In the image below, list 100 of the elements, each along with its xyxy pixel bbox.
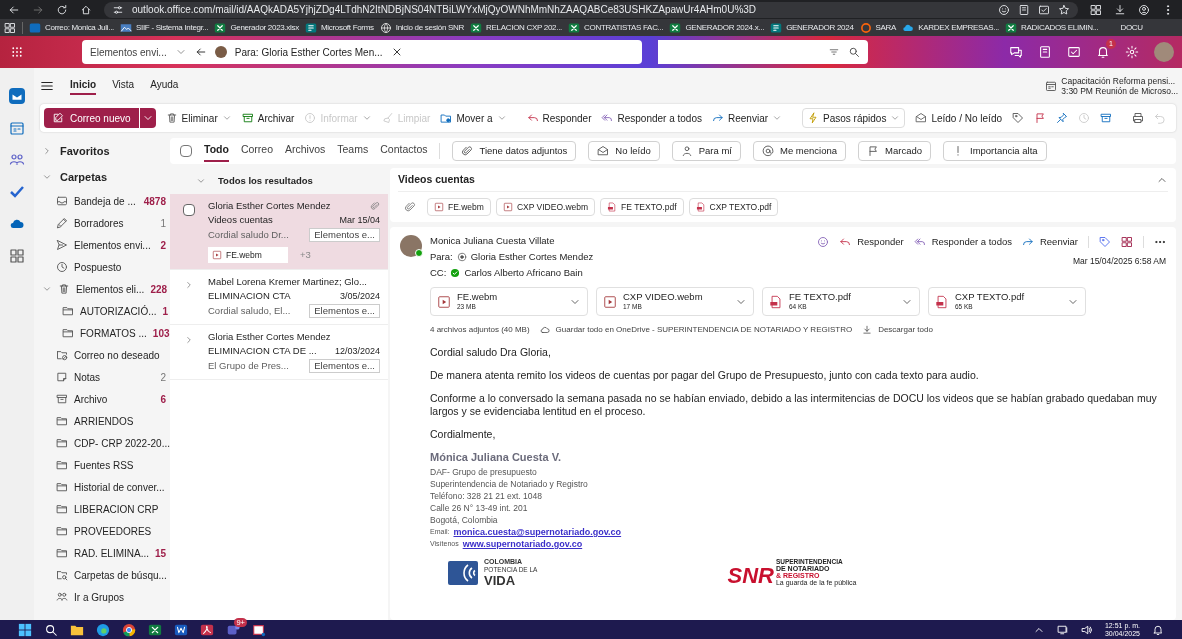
search-icon[interactable] [44, 622, 58, 637]
section-header[interactable]: Favoritos [42, 138, 170, 164]
emoji-icon[interactable] [817, 236, 830, 249]
snipping-app-icon[interactable] [252, 622, 266, 637]
message-item[interactable]: Gloria Esther Cortes Mendez Videos cuentas Mar 15/04 Cordial saludo Dr... Elementos e... FE.webm +3 [170, 194, 388, 270]
filter-chip[interactable]: Importancia alta [943, 141, 1047, 161]
bookmark-link[interactable]: DOCU [1104, 21, 1143, 34]
filter-tab[interactable]: Teams [337, 140, 369, 162]
volume-icon[interactable] [1080, 623, 1093, 636]
profile-icon[interactable] [1138, 3, 1150, 16]
filter-chip[interactable]: Marcado [858, 141, 931, 161]
folder-item[interactable]: Ir a Grupos [42, 586, 170, 608]
bookmark-link[interactable]: KARDEX EMPRESAS... [902, 21, 999, 34]
results-header[interactable]: Todos los resultados [170, 168, 388, 194]
bookmark-link[interactable]: Inicio de sesión SNR [379, 21, 465, 34]
folder-item[interactable]: Carpetas de búsqu... [42, 564, 170, 586]
filter-icon[interactable] [828, 46, 840, 58]
ribbon-tab[interactable]: Inicio [70, 77, 97, 95]
task-icon[interactable] [1067, 45, 1081, 59]
home-icon[interactable] [80, 3, 92, 16]
bookmark-link[interactable]: CONTRATISTAS FAC... [568, 21, 664, 34]
compose-tab[interactable]: Para: Gloria Esther Cortes Men... [234, 44, 383, 60]
back-arrow-icon[interactable] [194, 46, 207, 58]
signature-link[interactable]: www.supernotariado.gov.co [462, 538, 583, 550]
pdf-app-icon[interactable] [200, 622, 214, 637]
attachment-chip[interactable]: CXP VIDEO.webm [495, 198, 596, 216]
folder-item[interactable]: Archivo 6 [42, 388, 170, 410]
toolbar-button[interactable]: Pasos rápidos [802, 108, 906, 128]
download-all-link[interactable]: Descargar todo [878, 324, 933, 336]
address-bar[interactable]: outlook.office.com/mail/id/AAQkADA5YjhjZDg4LTdhN2ItNDBjNS04NTBiLWYxMjQyOWNhMmNhZAAQABCe83USHKZApawUr4AHm0U%3D [104, 1, 1078, 18]
filter-chip[interactable]: Tiene datos adjuntos [452, 141, 577, 161]
toolbar-button[interactable]: Mover a [440, 110, 507, 126]
folder-item[interactable]: Elementos envi... 2 [42, 234, 170, 256]
search-icon[interactable] [848, 46, 860, 58]
bookmark-link[interactable]: SIIF - Sistema Integr... [120, 21, 209, 34]
folder-item[interactable]: Historial de conver... [42, 476, 170, 498]
ribbon-tab[interactable]: Ayuda [150, 77, 179, 95]
site-info-icon[interactable] [112, 3, 124, 16]
notifications-icon[interactable] [1152, 623, 1164, 636]
toolbar-button[interactable]: Archivar [241, 110, 295, 126]
attachment-preview[interactable]: FE.webm [208, 247, 288, 263]
checkmark-app-icon[interactable] [9, 184, 25, 200]
new-mail-button[interactable]: Correo nuevo [44, 108, 139, 128]
extensions-icon[interactable] [1090, 3, 1102, 16]
filter-chip[interactable]: Me menciona [753, 141, 847, 161]
folder-item[interactable]: Pospuesto [42, 256, 170, 278]
notifications-icon[interactable] [1096, 45, 1110, 59]
network-icon[interactable] [1056, 623, 1069, 636]
apps-icon[interactable] [9, 248, 25, 264]
bookmark-link[interactable]: GENERADOR 2024.x... [669, 21, 765, 34]
folder-item[interactable]: Correo no deseado [42, 344, 170, 366]
message-action[interactable]: Reenviar [1021, 235, 1078, 250]
bookmark-link[interactable]: SARA [859, 21, 897, 34]
message-action[interactable]: Responder a todos [913, 235, 1012, 250]
apps-grid-icon[interactable] [4, 21, 16, 34]
section-header[interactable]: Carpetas [42, 164, 170, 190]
message-action[interactable]: Responder [839, 235, 904, 250]
attachment-chip[interactable]: CXP TEXTO.pdf [688, 198, 779, 216]
folder-item[interactable]: LIBERACION CRP [42, 498, 170, 520]
toolbar-button[interactable]: Leído / No leído [915, 110, 1002, 126]
apps-icon[interactable] [1121, 236, 1133, 249]
browser-app-icon[interactable] [96, 622, 110, 637]
toolbar-button[interactable]: Responder [526, 110, 592, 126]
bookmark-link[interactable]: GENERADOR 2024 [770, 21, 854, 34]
filter-chip[interactable]: No leído [588, 141, 660, 161]
select-all-checkbox[interactable] [180, 145, 192, 157]
calendar-app-icon[interactable] [9, 120, 25, 136]
filter-tab[interactable]: Archivos [285, 140, 326, 162]
bookmark-link[interactable]: Correo: Monica Juli... [29, 21, 114, 34]
filter-chip[interactable]: Para mí [671, 141, 741, 161]
forward-icon[interactable] [32, 3, 44, 16]
save-to-onedrive-link[interactable]: Guardar todo en OneDrive - SUPERINTENDENCIA DE NOTARIADO Y REGISTRO [555, 324, 853, 336]
bookmark-star-icon[interactable] [1058, 3, 1070, 16]
toolbar-button[interactable]: Reenviar [712, 110, 783, 126]
recipient-name[interactable]: Gloria Esther Cortes Mendez [470, 251, 594, 263]
folder-item[interactable]: PROVEEDORES [42, 520, 170, 542]
folder-item[interactable]: RAD. ELIMINA... 15 [42, 542, 170, 564]
toolbar-button[interactable]: Responder a todos [601, 110, 702, 126]
attachment-chip[interactable]: FE TEXTO.pdf [600, 198, 684, 216]
folder-item[interactable]: Fuentes RSS [42, 454, 170, 476]
people-app-icon[interactable] [9, 152, 25, 168]
bookmark-link[interactable]: Generador 2023.xlsx [214, 21, 299, 34]
download-icon[interactable] [1114, 3, 1126, 16]
search-field[interactable] [658, 40, 868, 64]
bookmark-link[interactable]: RADICADOS ELIMIN... [1005, 21, 1099, 34]
notebook-icon[interactable] [1038, 45, 1052, 59]
bookmark-link[interactable]: RELACION CXP 202... [470, 21, 563, 34]
pin-icon[interactable] [1056, 112, 1068, 124]
start-icon[interactable] [18, 622, 32, 637]
bookmark-link[interactable]: Microsoft Forms [304, 21, 374, 34]
folder-item[interactable]: ARRIENDOS [42, 410, 170, 432]
toolbar-button[interactable]: Eliminar [165, 110, 232, 126]
print-icon[interactable] [1132, 112, 1144, 124]
ribbon-tab[interactable]: Vista [112, 77, 135, 95]
tag-icon[interactable] [1012, 112, 1024, 124]
folder-dropdown[interactable]: Elementos envi... [90, 44, 187, 60]
folder-item[interactable]: Bandeja de ... 4878 [42, 190, 170, 212]
flag-icon[interactable] [1034, 112, 1046, 124]
filter-tab[interactable]: Todo [204, 140, 229, 162]
attachment-chip[interactable]: FE.webm [427, 198, 491, 216]
